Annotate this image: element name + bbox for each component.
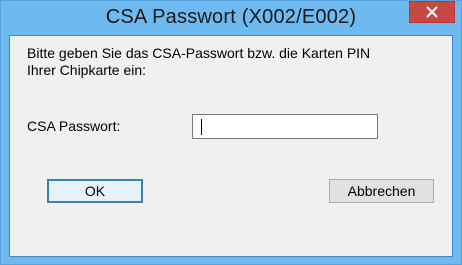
password-label: CSA Passwort:: [27, 118, 121, 134]
instruction-text: Bitte geben Sie das CSA-Passwort bzw. di…: [27, 45, 371, 78]
close-icon: [426, 6, 438, 18]
text-caret: [201, 119, 202, 135]
cancel-button[interactable]: Abbrechen: [329, 179, 434, 203]
password-input[interactable]: [192, 114, 378, 139]
window-title: CSA Passwort (X002/E002): [105, 6, 357, 28]
dialog-window: CSA Passwort (X002/E002) Bitte geben Sie…: [0, 0, 462, 265]
title-bar[interactable]: CSA Passwort (X002/E002): [1, 1, 461, 35]
ok-button[interactable]: OK: [47, 179, 143, 203]
close-button[interactable]: [409, 1, 455, 23]
